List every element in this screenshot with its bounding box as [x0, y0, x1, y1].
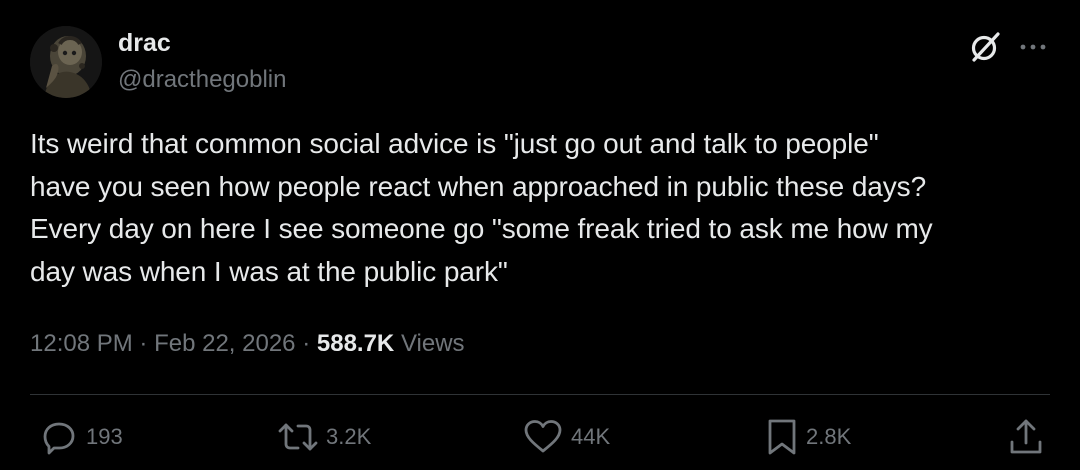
bookmark-button[interactable]: 2.8K: [764, 416, 851, 458]
avatar-image: [30, 26, 102, 98]
views-label: Views: [400, 330, 465, 357]
bookmark-count: 2.8K: [806, 424, 852, 449]
repost-icon: [278, 423, 318, 451]
repost-button[interactable]: 3.2K: [276, 416, 371, 458]
share-button[interactable]: [1006, 416, 1046, 458]
meta-separator: ·: [139, 330, 148, 357]
like-count: 44K: [571, 424, 611, 449]
tweet: drac @dracthegoblin Its weird that commo…: [0, 0, 1080, 470]
like-button[interactable]: 44K: [521, 416, 610, 458]
display-name[interactable]: drac: [118, 28, 286, 58]
user-handle[interactable]: @dracthegoblin: [118, 64, 286, 96]
action-bar: 193 3.2K 44K 2.8K: [0, 416, 1080, 458]
heart-icon: [524, 420, 562, 453]
share-icon: [1010, 419, 1042, 454]
bookmark-icon: [768, 419, 796, 455]
reply-button[interactable]: 193: [38, 416, 123, 458]
avatar[interactable]: [30, 26, 102, 98]
views-count[interactable]: 588.7K: [317, 330, 394, 357]
tweet-text: Its weird that common social advice is "…: [30, 128, 933, 287]
tweet-date[interactable]: Feb 22, 2026: [154, 330, 295, 357]
reply-count: 193: [86, 424, 123, 449]
more-icon[interactable]: [1016, 30, 1050, 64]
author-names: drac @dracthegoblin: [118, 28, 286, 96]
divider: [30, 394, 1050, 395]
tweet-header: drac @dracthegoblin: [30, 26, 1050, 98]
grok-icon[interactable]: [968, 30, 1002, 64]
tweet-time[interactable]: 12:08 PM: [30, 330, 133, 357]
reply-icon: [43, 422, 75, 455]
repost-count: 3.2K: [326, 424, 372, 449]
meta-separator: ·: [302, 330, 311, 357]
tweet-metadata: 12:08 PM · Feb 22, 2026 · 588.7K Views: [30, 327, 465, 361]
